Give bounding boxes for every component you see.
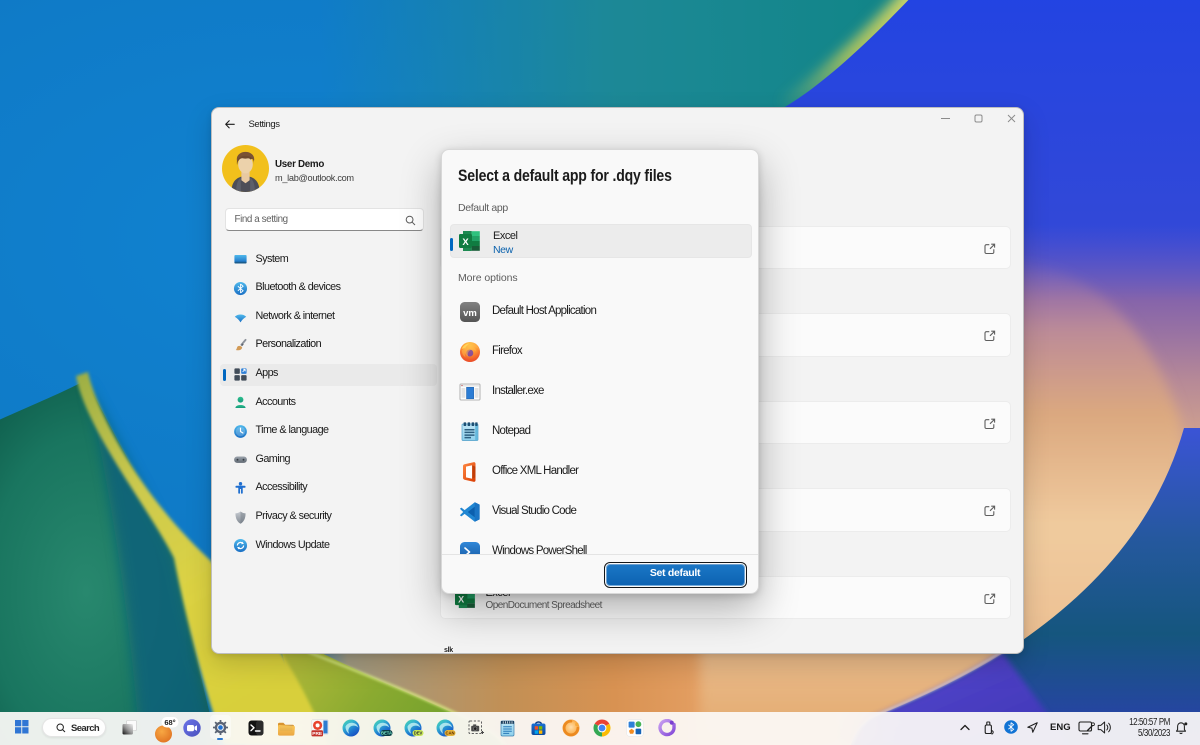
svg-text:BETA: BETA	[381, 731, 392, 736]
svg-text:68°: 68°	[164, 718, 175, 727]
svg-text:X: X	[458, 594, 464, 604]
svg-text:CAN: CAN	[445, 731, 454, 736]
svg-text:PRE: PRE	[312, 731, 323, 737]
svg-text:X: X	[462, 237, 469, 248]
svg-text:vm: vm	[463, 308, 477, 319]
svg-text:DEV: DEV	[414, 731, 423, 736]
